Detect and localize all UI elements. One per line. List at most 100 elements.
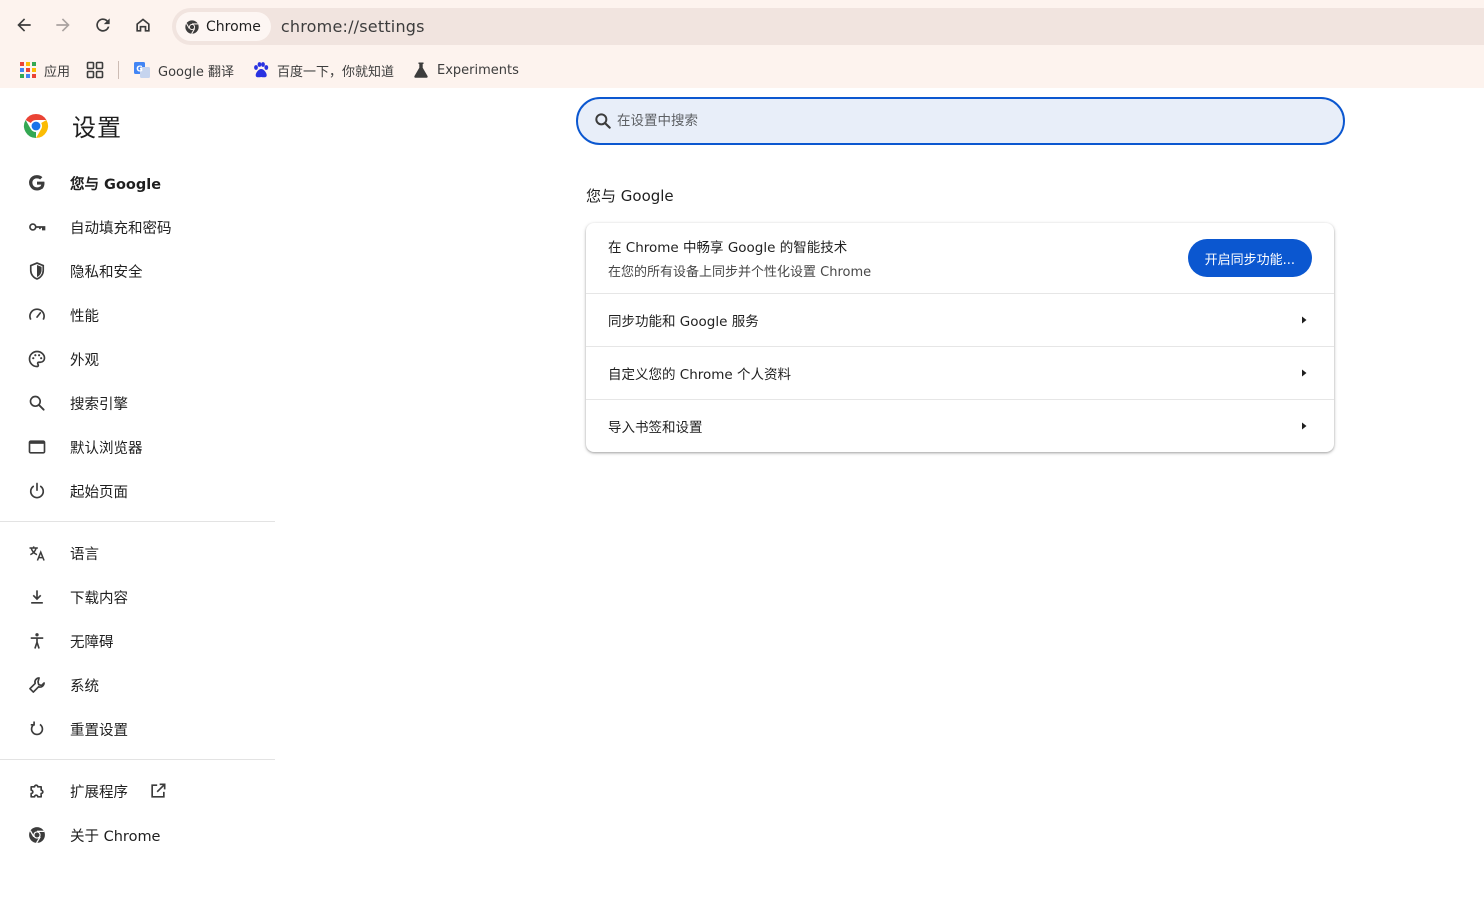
sidebar-item-on-startup[interactable]: 起始页面 [0, 469, 275, 513]
palette-icon [26, 348, 48, 370]
sidebar-item-label: 无障碍 [70, 634, 114, 651]
puzzle-piece-icon [26, 780, 48, 802]
sidebar-item-appearance[interactable]: 外观 [0, 337, 275, 381]
sidebar-item-privacy[interactable]: 隐私和安全 [0, 249, 275, 293]
back-button[interactable] [10, 11, 38, 39]
bookmark-experiments[interactable]: Experiments [406, 56, 525, 84]
settings-header: 设置 [22, 108, 122, 143]
bookmark-label: Experiments [437, 62, 519, 78]
bookmark-apps[interactable]: 应用 [13, 56, 76, 84]
sidebar-item-about-chrome[interactable]: 关于 Chrome [0, 813, 275, 857]
row-label: 自定义您的 Chrome 个人资料 [608, 367, 792, 383]
section-title: 您与 Google [586, 187, 674, 205]
sidebar-item-system[interactable]: 系统 [0, 663, 275, 707]
sidebar-item-downloads[interactable]: 下载内容 [0, 575, 275, 619]
settings-sidebar: 您与 Google 自动填充和密码 隐私和安全 性能 外观 搜索引擎 默认浏览器 [0, 161, 275, 857]
bookmark-google-translate[interactable]: G Google 翻译 [127, 56, 240, 84]
power-icon [26, 480, 48, 502]
bookmark-label: Google 翻译 [158, 64, 234, 80]
bookmarks-divider [118, 61, 120, 79]
search-icon [26, 392, 48, 414]
sidebar-divider [0, 759, 275, 760]
sidebar-item-label: 隐私和安全 [70, 264, 143, 281]
sidebar-item-label: 您与 Google [70, 176, 162, 193]
sidebar-item-search-engine[interactable]: 搜索引擎 [0, 381, 275, 425]
apps-grid-icon [20, 62, 36, 78]
sidebar-item-autofill[interactable]: 自动填充和密码 [0, 205, 275, 249]
chrome-logo-icon [23, 113, 49, 138]
bookmark-baidu[interactable]: 百度一下，你就知道 [246, 56, 400, 84]
sidebar-item-label: 搜索引擎 [70, 396, 128, 413]
row-label: 同步功能和 Google 服务 [608, 314, 759, 330]
arrow-right-icon [1302, 369, 1307, 377]
sidebar-item-extensions[interactable]: 扩展程序 [0, 769, 275, 813]
chrome-logo-icon [26, 824, 48, 846]
search-icon [595, 113, 611, 129]
bookmarks-bar: 应用 G Google 翻译 百度一下，你就知道 Experiments [0, 52, 1484, 88]
sidebar-item-performance[interactable]: 性能 [0, 293, 275, 337]
key-icon [26, 216, 48, 238]
sidebar-item-label: 扩展程序 [70, 784, 128, 801]
arrow-right-icon [1302, 316, 1307, 324]
settings-page: 设置 您与 Google 自动填充和密码 隐私和安全 性能 外观 [0, 88, 1484, 898]
home-icon [136, 18, 150, 32]
sidebar-divider [0, 521, 275, 522]
sidebar-item-accessibility[interactable]: 无障碍 [0, 619, 275, 663]
sidebar-item-label: 关于 Chrome [70, 828, 161, 845]
accessibility-icon [26, 630, 48, 652]
forward-button[interactable] [49, 11, 77, 39]
sidebar-item-label: 默认浏览器 [70, 440, 143, 457]
reload-button[interactable] [89, 11, 117, 39]
browser-window-icon [26, 436, 48, 458]
site-chip-label: Chrome [206, 18, 261, 35]
google-g-icon [26, 172, 48, 194]
omnibox[interactable]: Chrome chrome://settings [172, 8, 1484, 45]
sidebar-item-label: 语言 [70, 546, 99, 563]
url-text[interactable]: chrome://settings [281, 17, 425, 36]
back-arrow-icon [17, 18, 31, 32]
chrome-logo-icon [185, 19, 199, 34]
reload-icon [96, 18, 110, 32]
bookmark-apps-label: 应用 [44, 64, 71, 80]
sidebar-item-reset[interactable]: 重置设置 [0, 707, 275, 751]
sidebar-item-label: 下载内容 [70, 590, 128, 607]
wrench-icon [26, 674, 48, 696]
home-button[interactable] [129, 11, 157, 39]
google-translate-icon: G [134, 62, 151, 78]
turn-on-sync-button[interactable]: 开启同步功能... [1187, 239, 1312, 277]
tab-groups-icon [86, 61, 104, 79]
search-input[interactable] [617, 113, 1297, 129]
sidebar-item-languages[interactable]: 语言 [0, 531, 275, 575]
open-in-new-icon[interactable] [148, 781, 168, 801]
import-bookmarks-row[interactable]: 导入书签和设置 [586, 399, 1334, 452]
tab-groups-button[interactable] [80, 56, 110, 84]
arrow-right-icon [1302, 422, 1307, 430]
svg-text:G: G [136, 65, 143, 74]
site-chip[interactable]: Chrome [176, 12, 271, 41]
speedometer-icon [26, 304, 48, 326]
baidu-paw-icon [254, 62, 269, 78]
you-and-google-card: 在 Chrome 中畅享 Google 的智能技术 在您的所有设备上同步并个性化… [586, 223, 1334, 452]
sidebar-item-label: 外观 [70, 352, 99, 369]
promo-subtitle: 在您的所有设备上同步并个性化设置 Chrome [608, 265, 872, 280]
browser-toolbar: Chrome chrome://settings [0, 0, 1484, 52]
customize-profile-row[interactable]: 自定义您的 Chrome 个人资料 [586, 346, 1334, 399]
sidebar-item-default-browser[interactable]: 默认浏览器 [0, 425, 275, 469]
shield-icon [26, 260, 48, 282]
translate-icon [26, 542, 48, 564]
sidebar-item-you-and-google[interactable]: 您与 Google [0, 161, 275, 205]
settings-search[interactable] [576, 97, 1345, 145]
promo-title: 在 Chrome 中畅享 Google 的智能技术 [608, 240, 848, 256]
flask-icon [414, 62, 428, 78]
sync-services-row[interactable]: 同步功能和 Google 服务 [586, 293, 1334, 346]
sidebar-item-label: 自动填充和密码 [70, 220, 172, 237]
forward-arrow-icon [56, 18, 70, 32]
sidebar-item-label: 系统 [70, 678, 99, 695]
page-title: 设置 [72, 114, 122, 142]
row-label: 导入书签和设置 [608, 420, 703, 436]
sidebar-item-label: 起始页面 [70, 484, 128, 501]
sync-promo-row: 在 Chrome 中畅享 Google 的智能技术 在您的所有设备上同步并个性化… [586, 223, 1334, 293]
reset-icon [26, 718, 48, 740]
download-icon [26, 586, 48, 608]
sidebar-item-label: 重置设置 [70, 722, 128, 739]
